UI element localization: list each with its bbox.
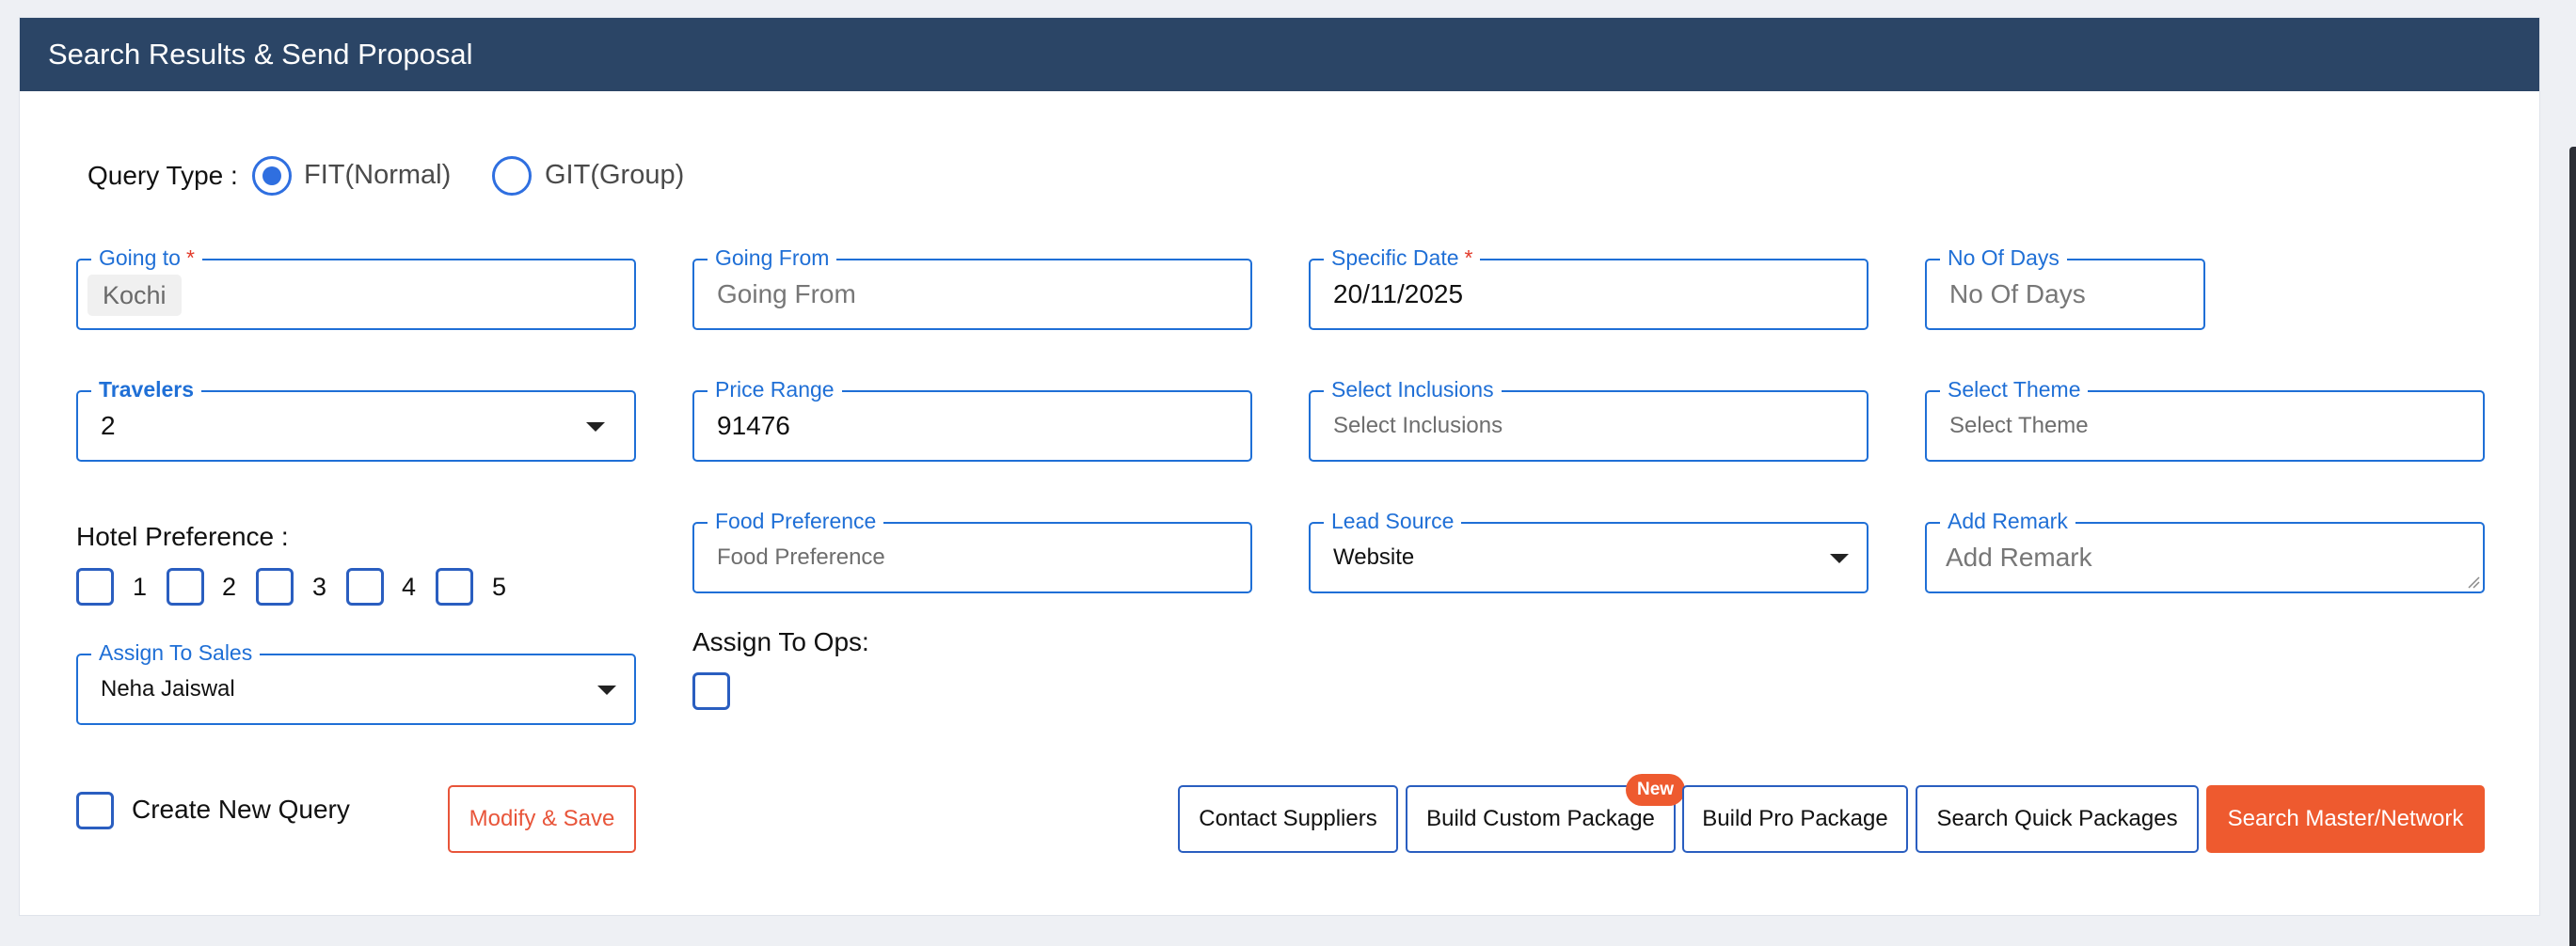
no-of-days-field[interactable]: No Of Days No Of Days xyxy=(1925,244,2205,330)
select-inclusions-placeholder: Select Inclusions xyxy=(1333,413,1503,438)
food-preference-field[interactable]: Food Preference Food Preference xyxy=(692,508,1252,593)
hotel-pref-checkbox-3[interactable] xyxy=(256,568,294,606)
radio-git-group-label: GIT(Group) xyxy=(545,160,685,190)
radio-git-group[interactable] xyxy=(492,156,532,196)
price-range-value: 91476 xyxy=(717,411,790,440)
travelers-select[interactable]: Travelers 2 xyxy=(76,376,636,462)
required-asterisk: * xyxy=(1464,245,1473,270)
search-master-network-button[interactable]: Search Master/Network xyxy=(2206,785,2485,853)
going-from-field[interactable]: Going From Going From xyxy=(692,244,1252,330)
resize-handle-icon[interactable] xyxy=(2467,575,2480,589)
card-header: Search Results & Send Proposal xyxy=(20,18,2539,91)
chevron-down-icon xyxy=(586,422,605,432)
assign-to-ops-checkbox[interactable] xyxy=(692,672,730,710)
lead-source-select[interactable]: Lead Source Website xyxy=(1309,508,1868,593)
modify-save-button[interactable]: Modify & Save xyxy=(448,785,636,853)
destination-chip-kochi[interactable]: Kochi xyxy=(87,275,182,316)
specific-date-value: 20/11/2025 xyxy=(1333,279,1464,308)
scrollbar[interactable] xyxy=(2569,147,2576,946)
hotel-preference-label: Hotel Preference : xyxy=(76,522,289,551)
new-badge: New xyxy=(1626,774,1686,806)
create-new-query-label: Create New Query xyxy=(132,795,350,824)
page-title: Search Results & Send Proposal xyxy=(48,38,473,71)
travelers-value: 2 xyxy=(101,411,116,440)
create-new-query-checkbox[interactable] xyxy=(76,792,114,829)
add-remark-textarea[interactable]: Add Remark Add Remark xyxy=(1925,508,2485,593)
hotel-pref-checkbox-5[interactable] xyxy=(436,568,473,606)
select-theme-placeholder: Select Theme xyxy=(1949,413,2089,438)
going-from-placeholder: Going From xyxy=(717,279,856,308)
assign-to-sales-select[interactable]: Assign To Sales Neha Jaiswal xyxy=(76,639,636,725)
assign-to-sales-value: Neha Jaiswal xyxy=(101,676,235,702)
required-asterisk: * xyxy=(185,245,195,270)
no-of-days-placeholder: No Of Days xyxy=(1949,279,2086,308)
query-type-label: Query Type : xyxy=(87,161,238,190)
radio-fit-normal-label: FIT(Normal) xyxy=(304,160,452,190)
hotel-pref-label-2: 2 xyxy=(222,573,237,601)
hotel-pref-label-5: 5 xyxy=(492,573,507,601)
build-pro-package-button[interactable]: Build Pro Package xyxy=(1682,785,1908,853)
search-quick-packages-button[interactable]: Search Quick Packages xyxy=(1916,785,2199,853)
hotel-pref-label-1: 1 xyxy=(133,573,148,601)
food-preference-placeholder: Food Preference xyxy=(717,544,885,570)
radio-fit-normal[interactable] xyxy=(252,156,292,196)
going-to-field[interactable]: Going to * Kochi xyxy=(76,244,636,330)
hotel-pref-checkbox-4[interactable] xyxy=(346,568,384,606)
price-range-field[interactable]: Price Range 91476 xyxy=(692,376,1252,462)
assign-to-ops-label: Assign To Ops: xyxy=(692,627,869,656)
contact-suppliers-button[interactable]: Contact Suppliers xyxy=(1178,785,1398,853)
hotel-pref-label-3: 3 xyxy=(312,573,327,601)
chevron-down-icon xyxy=(1830,554,1849,563)
hotel-pref-checkbox-1[interactable] xyxy=(76,568,114,606)
hotel-pref-checkbox-2[interactable] xyxy=(167,568,204,606)
lead-source-value: Website xyxy=(1333,544,1415,570)
select-inclusions-field[interactable]: Select Inclusions Select Inclusions xyxy=(1309,376,1868,462)
chevron-down-icon xyxy=(597,686,616,695)
select-theme-field[interactable]: Select Theme Select Theme xyxy=(1925,376,2485,462)
hotel-pref-label-4: 4 xyxy=(402,573,417,601)
going-to-label: Going to * xyxy=(91,244,202,271)
search-proposal-card: Search Results & Send Proposal Query Typ… xyxy=(19,17,2540,916)
add-remark-placeholder: Add Remark xyxy=(1946,543,2092,572)
specific-date-field[interactable]: Specific Date * 20/11/2025 xyxy=(1309,244,1868,330)
